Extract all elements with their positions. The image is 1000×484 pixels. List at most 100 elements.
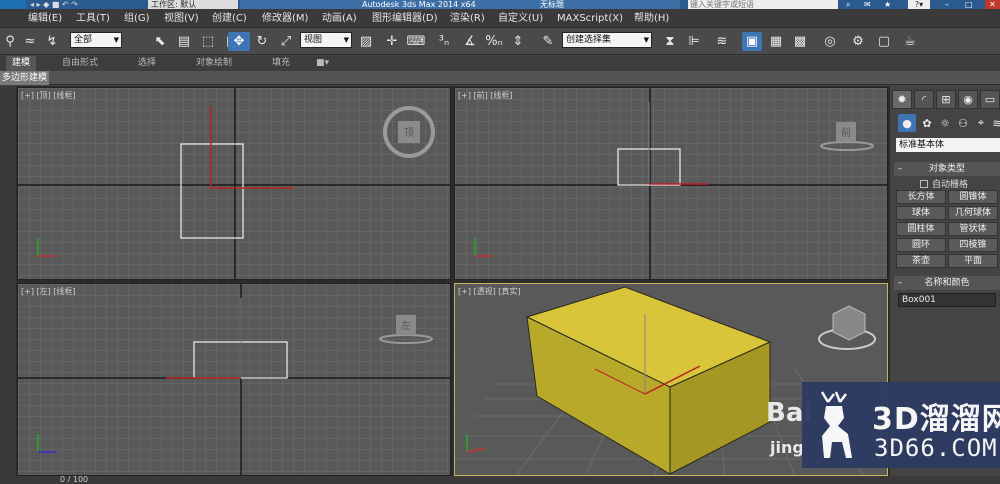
unlink-icon[interactable]: ≈ (20, 32, 40, 51)
viewport-top[interactable]: 顶 [+] [顶] [线框] (17, 87, 451, 280)
tab-freeform[interactable]: 自由形式 (62, 56, 98, 71)
viewport-front-label[interactable]: [+] [前] [线框] (458, 90, 513, 101)
box-button[interactable]: 长方体 (896, 190, 946, 204)
search-input[interactable]: 键入关键字或短语 (688, 0, 838, 9)
keyboard-shortcut-icon[interactable]: ⌨ (406, 32, 426, 51)
angle-snap-icon[interactable]: ∡ (460, 32, 480, 51)
tab-selection[interactable]: 选择 (138, 56, 156, 71)
tab-populate[interactable]: 填充 (272, 56, 290, 71)
autogrid-checkbox[interactable]: 自动栅格 (920, 177, 968, 190)
top-viewport-canvas: 顶 (18, 88, 450, 279)
align-icon[interactable]: ⊫ (684, 32, 704, 51)
rect-selection-icon[interactable]: ⬚ (198, 32, 218, 51)
menu-maxscript[interactable]: MAXScript(X) (557, 9, 623, 28)
viewport-perspective-label[interactable]: [+] [透视] [真实] (458, 286, 521, 297)
curve-editor-icon[interactable]: ▦ (766, 32, 786, 51)
tab-object-paint[interactable]: 对象绘制 (196, 56, 232, 71)
pyramid-button[interactable]: 四棱锥 (948, 238, 998, 252)
menu-graph-editors[interactable]: 图形编辑器(D) (372, 9, 438, 28)
select-object-icon[interactable]: ⬉ (150, 32, 170, 51)
tab-modeling[interactable]: 建模 (6, 56, 37, 71)
motion-tab-icon[interactable]: ◉ (958, 90, 978, 109)
material-editor-icon[interactable]: ◎ (820, 32, 840, 51)
minimize-icon[interactable]: – (945, 0, 959, 9)
tube-button[interactable]: 管状体 (948, 222, 998, 236)
menu-create[interactable]: 创建(C) (212, 9, 247, 28)
menu-edit[interactable]: 编辑(E) (28, 9, 62, 28)
menu-views[interactable]: 视图(V) (164, 9, 199, 28)
viewport-front[interactable]: 前 [+] [前] [线框] (454, 87, 888, 280)
reference-coordinate-dropdown[interactable]: 视图 ▼ (300, 32, 352, 48)
sphere-button[interactable]: 球体 (896, 206, 946, 220)
modify-tab-icon[interactable]: ◜ (914, 90, 934, 109)
autogrid-label: 自动栅格 (932, 180, 969, 190)
select-by-name-icon[interactable]: ▤ (174, 32, 194, 51)
select-scale-icon[interactable]: ⤢ (276, 32, 296, 51)
select-rotate-icon[interactable]: ↻ (252, 32, 272, 51)
link-icon[interactable]: ⚲ (0, 32, 20, 51)
workspace-selector[interactable]: 工作区: 默认 (148, 0, 238, 9)
maximize-icon[interactable]: □ (965, 0, 979, 9)
named-selection-dropdown[interactable]: 创建选择集 ▼ (562, 32, 652, 48)
shapes-icon[interactable]: ✿ (918, 114, 936, 132)
spinner-snap-icon[interactable]: ⇕ (508, 32, 528, 51)
render-teapot-icon[interactable]: ☕ (900, 32, 920, 51)
menu-modifiers[interactable]: 修改器(M) (262, 9, 308, 28)
polygon-modeling-label[interactable]: 多边形建模 (0, 71, 50, 85)
menu-animation[interactable]: 动画(A) (322, 9, 357, 28)
star-icon[interactable]: ★ (884, 0, 898, 9)
close-icon[interactable]: ✕ (985, 0, 1000, 9)
display-tab-icon[interactable]: ▭ (980, 90, 1000, 109)
app-logo[interactable] (0, 0, 26, 9)
schematic-view-icon[interactable]: ▩ (790, 32, 810, 51)
snaps-toggle-icon[interactable]: ³ₙ (434, 32, 454, 51)
select-manipulate-icon[interactable]: ✛ (382, 32, 402, 51)
cylinder-button[interactable]: 圆柱体 (896, 222, 946, 236)
pivot-center-icon[interactable]: ▨ (356, 32, 376, 51)
search-icon[interactable]: ⌕ (846, 0, 860, 9)
torus-button[interactable]: 圆环 (896, 238, 946, 252)
spacewarps-icon[interactable]: ≋ (988, 114, 1000, 132)
hierarchy-tab-icon[interactable]: ⊞ (936, 90, 956, 109)
viewport-left-label[interactable]: [+] [左] [线框] (21, 286, 76, 297)
cameras-icon[interactable]: ⚇ (954, 114, 972, 132)
select-move-icon[interactable]: ✥ (228, 32, 250, 51)
menu-rendering[interactable]: 渲染(R) (450, 9, 485, 28)
rollout-object-type[interactable]: – 对象类型 (894, 162, 1000, 176)
percent-snap-icon[interactable]: %ₙ (484, 32, 504, 51)
rollout-name-color[interactable]: – 名称和颜色 (894, 276, 1000, 290)
help-icon[interactable]: ?▾ (908, 0, 930, 9)
menu-help[interactable]: 帮助(H) (634, 9, 669, 28)
lights-icon[interactable]: ☼ (936, 114, 954, 132)
teapot-button[interactable]: 茶壶 (896, 254, 946, 268)
plane-button[interactable]: 平面 (948, 254, 998, 268)
geometry-type-dropdown[interactable]: 标准基本体 (896, 138, 1000, 152)
ribbon-options-icon[interactable]: ■▾ (316, 56, 329, 71)
geosphere-button[interactable]: 几何球体 (948, 206, 998, 220)
cone-button[interactable]: 圆锥体 (948, 190, 998, 204)
layer-manager-icon[interactable]: ≋ (712, 32, 732, 51)
rendered-frame-icon[interactable]: ▢ (874, 32, 894, 51)
viewport-top-label[interactable]: [+] [顶] [线框] (21, 90, 76, 101)
menu-tools[interactable]: 工具(T) (76, 9, 110, 28)
quick-access-toolbar[interactable]: ◂ ▸ ◆ ■ ↶ ↷ (30, 0, 140, 9)
edit-named-selection-icon[interactable]: ✎ (538, 32, 558, 51)
viewcube-perspective[interactable] (832, 305, 866, 341)
document-title: 无标题 (540, 0, 564, 9)
create-tab-icon[interactable]: ✹ (892, 90, 912, 109)
menu-customize[interactable]: 自定义(U) (498, 9, 543, 28)
menu-bar: 编辑(E) 工具(T) 组(G) 视图(V) 创建(C) 修改器(M) 动画(A… (0, 9, 1000, 28)
object-name-field[interactable]: Box001 (898, 293, 996, 307)
time-slider-counter[interactable]: 0 / 100 (60, 475, 88, 484)
menu-group[interactable]: 组(G) (124, 9, 150, 28)
mirror-icon[interactable]: ⧗ (660, 32, 680, 51)
rollout-name-color-title: 名称和颜色 (924, 278, 970, 288)
viewport-left[interactable]: 左 [+] [左] [线框] (17, 283, 451, 476)
selection-filter-dropdown[interactable]: 全部 ▼ (70, 32, 122, 48)
graphite-ribbon-icon[interactable]: ▣ (742, 32, 762, 51)
render-setup-icon[interactable]: ⚙ (848, 32, 868, 51)
deer-logo-icon (820, 391, 852, 458)
geometry-icon[interactable]: ● (898, 114, 916, 132)
bind-space-warp-icon[interactable]: ↯ (42, 32, 62, 51)
subscription-icon[interactable]: ✉ (864, 0, 878, 9)
